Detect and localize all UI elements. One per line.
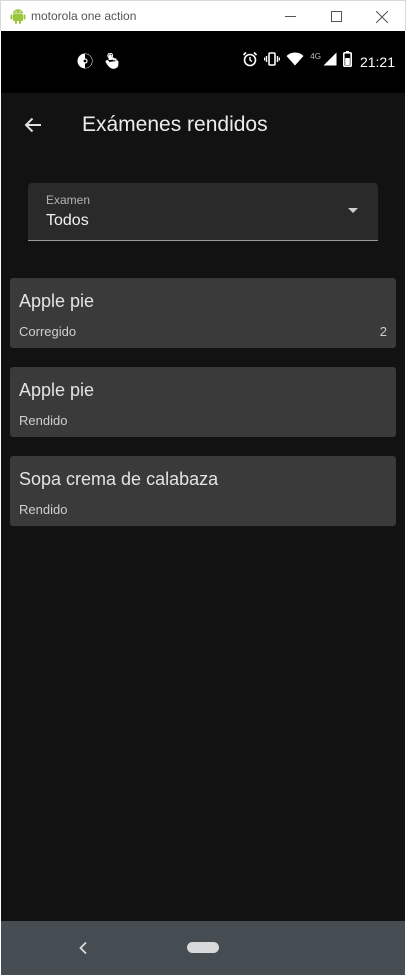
exam-filter-value: Todos (46, 212, 89, 229)
close-icon[interactable] (359, 1, 405, 32)
minimize-icon[interactable] (267, 1, 313, 32)
vibrate-icon (264, 51, 281, 72)
maximize-icon[interactable] (313, 1, 359, 32)
status-time: 21:21 (359, 53, 395, 70)
exam-filter-label: Examen (46, 193, 91, 207)
page-title: Exámenes rendidos (82, 113, 268, 136)
hand-touch-icon (105, 52, 119, 74)
exam-title: Sopa crema de calabaza (19, 469, 219, 489)
exam-status: Rendido (19, 502, 68, 517)
chevron-down-icon (348, 208, 358, 213)
alarm-icon (242, 51, 258, 72)
network-type: 4G (310, 52, 321, 61)
home-pill-icon[interactable] (187, 942, 219, 953)
navigation-bar (1, 921, 405, 975)
phone-screen: 4G 21:21 Exámenes rendidos Examen Todos (1, 31, 405, 975)
battery-icon (342, 51, 352, 72)
signal-icon (323, 52, 337, 71)
exam-card[interactable]: Apple pie Corregido 2 (10, 278, 396, 348)
exam-title: Apple pie (19, 291, 95, 311)
exam-title: Apple pie (19, 380, 95, 400)
status-bar: 4G 21:21 (1, 31, 405, 93)
exam-count: 2 (379, 324, 387, 339)
pokemon-ball-icon (77, 53, 93, 74)
exam-card[interactable]: Apple pie Rendido (10, 367, 396, 437)
arrow-back-icon[interactable] (19, 111, 47, 139)
exam-status: Rendido (19, 413, 68, 428)
window-title: motorola one action (31, 9, 137, 23)
exam-filter-dropdown[interactable]: Examen Todos (28, 183, 378, 241)
nav-back-icon[interactable] (73, 938, 93, 958)
app-bar: Exámenes rendidos (1, 93, 405, 157)
wifi-icon (286, 52, 304, 71)
exam-status: Corregido (19, 324, 77, 339)
window-controls (267, 1, 405, 32)
window-titlebar: motorola one action (0, 0, 406, 31)
android-robot-icon (9, 7, 27, 25)
exam-card[interactable]: Sopa crema de calabaza Rendido (10, 456, 396, 526)
